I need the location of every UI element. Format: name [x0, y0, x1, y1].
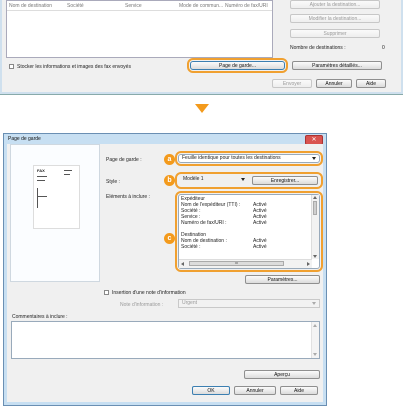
- cover-page-select[interactable]: Feuille identique pour toutes les destin…: [175, 151, 323, 166]
- chevron-down-icon: [312, 157, 316, 160]
- cover-page-dialog: Page de garde ✕ FAX Page de garde : a Fe…: [3, 133, 327, 406]
- column-fax-number[interactable]: Numéro de fax/URI: [225, 3, 268, 9]
- dialog-body: FAX Page de garde : a Feuille identique …: [7, 144, 323, 402]
- scroll-down-icon[interactable]: [313, 353, 317, 356]
- scroll-up-icon[interactable]: [313, 196, 317, 199]
- ok-button[interactable]: OK: [192, 386, 230, 395]
- dialog-title: Page de garde: [8, 136, 41, 142]
- chevron-down-icon: [241, 178, 245, 181]
- down-arrow-icon: [195, 104, 209, 113]
- scroll-down-icon[interactable]: [313, 255, 317, 258]
- badge-c: c: [164, 233, 175, 244]
- style-select-value: Modèle 1: [183, 176, 204, 182]
- destination-list-header: Nom de destination Société Service Mode …: [7, 1, 272, 11]
- preview-fax-text: FAX: [37, 168, 45, 173]
- preview-line: [37, 196, 47, 197]
- comments-scrollbar[interactable]: [311, 322, 319, 358]
- chevron-down-icon: [312, 302, 316, 305]
- top-dialog: Nom de destination Société Service Mode …: [0, 0, 403, 95]
- store-fax-checkbox[interactable]: [9, 64, 14, 69]
- advanced-settings-button[interactable]: Paramètres détaillés...: [292, 61, 382, 70]
- cover-page-label: Page de garde :: [106, 157, 142, 163]
- cover-page-button[interactable]: Page de garde...: [187, 58, 288, 73]
- elements-item-name: Société :: [181, 244, 201, 250]
- delete-button[interactable]: Supprimer: [290, 29, 380, 38]
- send-button[interactable]: Envoyer: [272, 79, 312, 88]
- modify-destination-button[interactable]: Modifier la destination...: [290, 14, 380, 23]
- preview-line: [64, 170, 72, 171]
- elements-vscroll-thumb[interactable]: [313, 201, 317, 215]
- help-button-top[interactable]: Aide: [356, 79, 386, 88]
- elements-label: Eléments à inclure :: [106, 194, 150, 200]
- preview-page: FAX: [33, 165, 80, 229]
- column-department[interactable]: Service: [125, 3, 142, 9]
- elements-rows: Expéditeur Nom de l'expéditeur (TTI) : Act…: [181, 196, 309, 250]
- elements-list[interactable]: Expéditeur Nom de l'expéditeur (TTI) : Act…: [175, 191, 323, 272]
- hscroll-grip: III: [235, 261, 238, 265]
- column-comm-mode[interactable]: Mode de commun...: [179, 3, 223, 9]
- scroll-right-icon[interactable]: [307, 262, 310, 266]
- column-destination-name[interactable]: Nom de destination: [9, 3, 52, 9]
- elements-item-value: Activé: [253, 244, 267, 250]
- store-fax-checkbox-label: Stocker les informations et images des f…: [17, 64, 131, 70]
- badge-b: b: [164, 175, 175, 186]
- destination-list[interactable]: Nom de destination Société Service Mode …: [6, 0, 273, 58]
- cancel-button-top[interactable]: Annuler: [316, 79, 352, 88]
- info-note-label: Note d'information :: [120, 302, 164, 308]
- elements-hscrollbar[interactable]: III: [179, 259, 312, 268]
- preview-button[interactable]: Aperçu: [244, 370, 320, 379]
- register-button[interactable]: Enregistrer...: [252, 176, 318, 185]
- scroll-up-icon[interactable]: [313, 324, 317, 327]
- style-label: Style :: [106, 179, 120, 185]
- destination-count-value: 0: [382, 45, 385, 51]
- style-select[interactable]: Modèle 1: [180, 176, 248, 185]
- preview-line: [64, 174, 70, 175]
- destination-count-label: Nombre de destinations :: [290, 45, 346, 51]
- info-note-select-value: Urgent: [182, 300, 198, 306]
- elements-vscrollbar[interactable]: [311, 195, 319, 259]
- help-button[interactable]: Aide: [280, 386, 318, 395]
- comments-textarea[interactable]: [11, 321, 320, 359]
- insert-info-checkbox[interactable]: [104, 290, 109, 295]
- column-company[interactable]: Société: [67, 3, 84, 9]
- close-icon: ✕: [311, 137, 317, 143]
- insert-info-checkbox-label: Insertion d'une note d'information: [112, 290, 186, 296]
- preview-line: [37, 180, 45, 181]
- add-destination-button[interactable]: Ajouter la destination...: [290, 0, 380, 9]
- badge-a: a: [164, 154, 175, 165]
- cover-page-select-value: Feuille identique pour toutes les destin…: [182, 155, 281, 161]
- comments-label: Commentaires à inclure :: [12, 314, 68, 320]
- info-note-select[interactable]: Urgent: [178, 299, 320, 308]
- cover-preview: FAX: [10, 144, 100, 282]
- cancel-button[interactable]: Annuler: [234, 386, 276, 395]
- parameters-button[interactable]: Paramètres...: [245, 275, 320, 284]
- preview-line: [37, 176, 47, 177]
- style-group: Modèle 1 Enregistrer...: [175, 172, 323, 189]
- scroll-left-icon[interactable]: [181, 262, 184, 266]
- preview-line: [37, 188, 38, 208]
- elements-list-item[interactable]: Société : Activé: [181, 244, 309, 250]
- elements-hscroll-thumb[interactable]: III: [189, 261, 284, 266]
